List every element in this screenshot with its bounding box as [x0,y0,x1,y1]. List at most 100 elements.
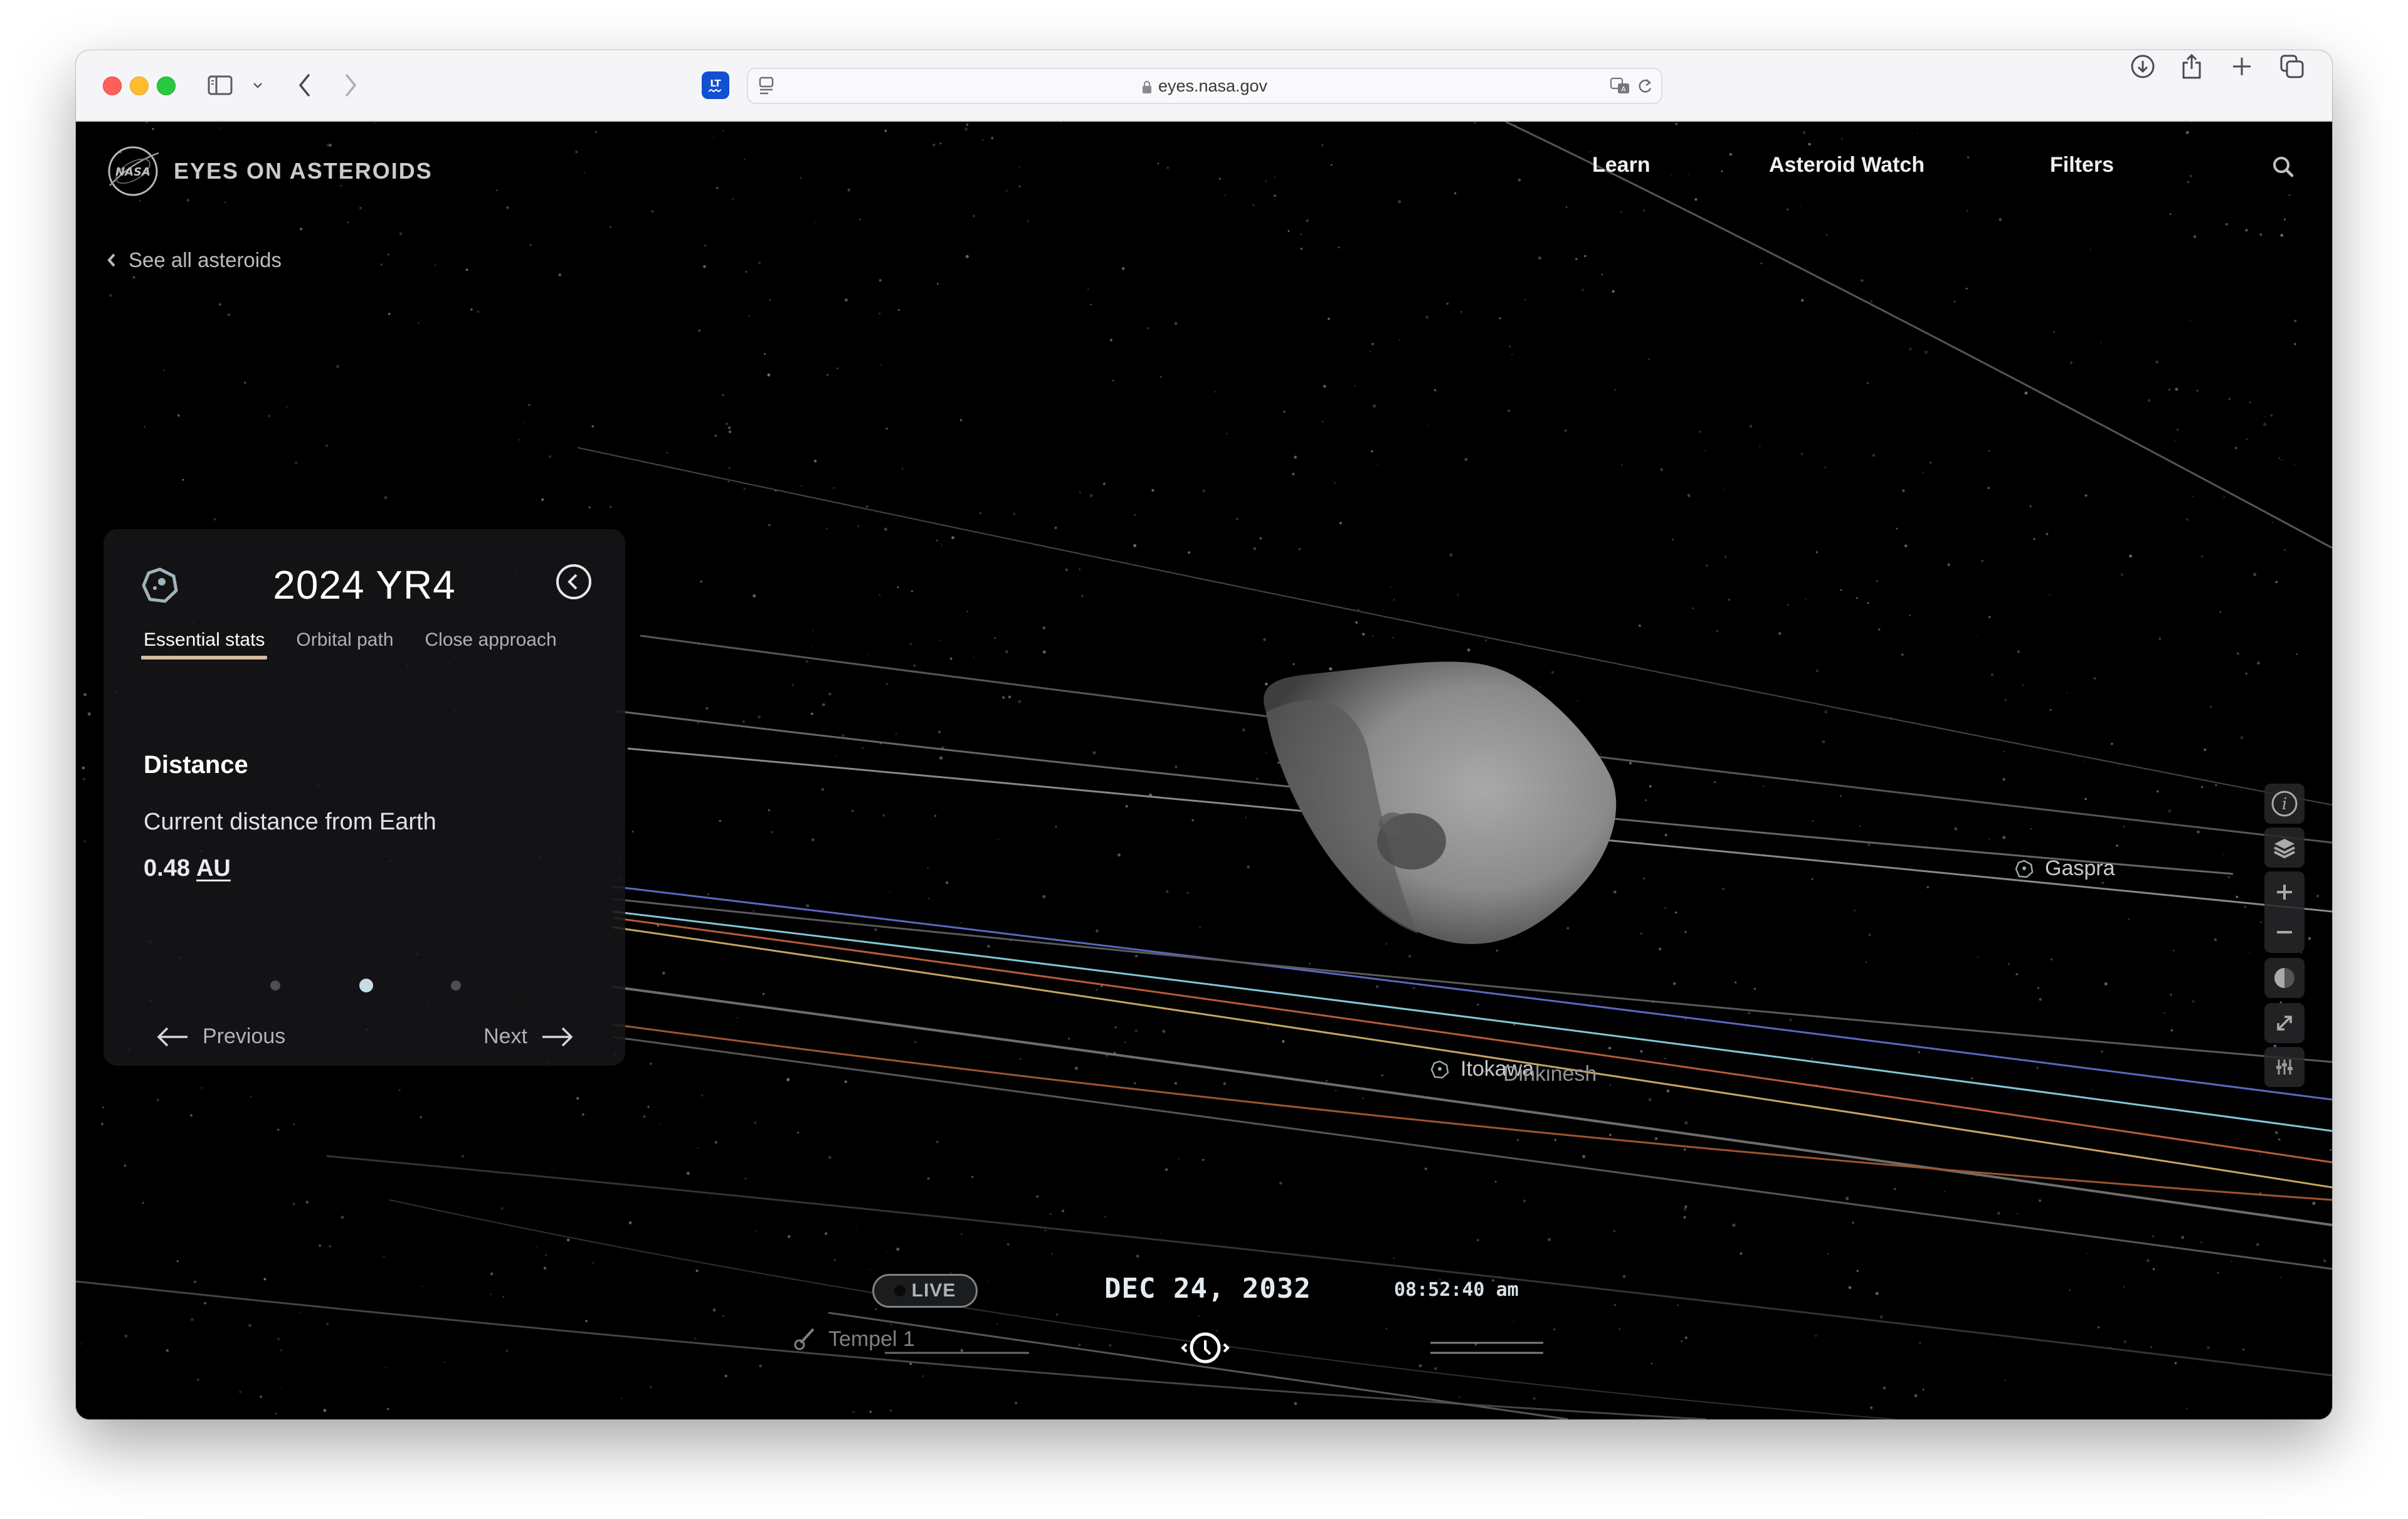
star [470,308,473,311]
label-tempel-1[interactable]: Tempel 1 [792,1327,915,1352]
lighting-icon[interactable] [2264,958,2305,998]
star [418,322,420,324]
zoom-out-icon[interactable] [2275,912,2294,952]
star [1909,347,1912,350]
collapse-panel-icon[interactable] [555,563,593,604]
star [966,124,969,126]
star [1362,1097,1364,1099]
star [1614,389,1617,391]
star [1856,1269,1859,1272]
languagetool-extension-icon[interactable]: LT [702,71,729,99]
star [1166,167,1169,169]
star [697,1147,699,1148]
star [1643,209,1645,212]
star [374,122,376,124]
page-dot-2[interactable] [359,979,373,992]
star [387,1407,389,1411]
star [465,268,468,271]
star [991,137,994,140]
star [518,439,520,441]
settings-sliders-icon[interactable] [2264,1047,2305,1087]
live-button[interactable]: LIVE [872,1274,978,1308]
tab-essential-stats[interactable]: Essential stats [140,629,268,660]
star [811,646,813,647]
star [2004,1379,2006,1382]
address-bar[interactable]: eyes.nasa.gov A [747,68,1662,104]
star [1114,1026,1117,1029]
brand-logo[interactable]: NASA EYES ON ASTEROIDS [106,144,433,198]
star [628,1221,632,1224]
star [1822,740,1825,744]
star [1245,817,1247,818]
star [346,221,349,224]
zoom-window-button[interactable] [157,76,176,95]
layers-icon[interactable] [2264,828,2305,868]
star [2242,1348,2245,1351]
next-button[interactable]: Next [483,1024,574,1049]
minimize-window-button[interactable] [130,76,149,95]
page-dot-1[interactable] [270,980,280,991]
star [1256,777,1259,781]
star [744,1177,747,1180]
nav-asteroid-watch[interactable]: Asteroid Watch [1769,153,1925,177]
fullscreen-icon[interactable] [2264,1003,2305,1043]
star [1160,376,1162,378]
star [201,1087,203,1089]
label-gaspra[interactable]: Gaspra [2015,856,2115,881]
tab-close-approach[interactable]: Close approach [425,629,557,660]
star [844,1080,847,1083]
tab-orbital-path[interactable]: Orbital path [296,629,393,660]
space-viewport[interactable]: NASA EYES ON ASTEROIDS Learn Asteroid Wa… [76,122,2332,1419]
star [1110,339,1112,342]
search-icon[interactable] [2271,154,2296,182]
reload-icon[interactable] [1636,76,1654,98]
nav-learn[interactable]: Learn [1592,153,1650,177]
star [768,523,771,527]
zoom-in-icon[interactable] [2275,872,2294,912]
nav-filters[interactable]: Filters [2050,153,2114,177]
asteroid-2024-yr4-model[interactable] [1264,661,1617,944]
star [2039,1199,2042,1202]
tabs-overview-icon[interactable] [2276,50,2308,83]
star [1990,673,1993,676]
page-dot-3[interactable] [451,980,461,991]
star [2227,876,2230,878]
star [1815,670,1819,673]
forward-icon[interactable] [338,69,363,102]
star [752,594,756,597]
chevron-down-icon[interactable] [250,69,265,102]
star [1866,382,1869,384]
see-all-asteroids-link[interactable]: See all asteroids [106,248,282,272]
star [927,867,929,869]
star [1675,123,1678,125]
info-icon[interactable]: i [2264,784,2305,824]
star [280,1349,282,1352]
star [1778,632,1782,635]
star [1802,131,1806,134]
star [961,922,963,923]
star [1664,833,1667,837]
new-tab-icon[interactable] [2226,50,2258,83]
close-window-button[interactable] [103,76,122,95]
star [1494,1180,1497,1183]
star [1096,988,1099,991]
previous-button[interactable]: Previous [156,1024,285,1049]
back-icon[interactable] [292,69,317,102]
star [1121,267,1125,270]
star [885,683,888,685]
star [1649,785,1652,788]
star [1841,138,1843,140]
translate-icon[interactable]: A [1610,76,1631,98]
share-icon[interactable] [2175,50,2208,83]
star [949,657,953,660]
star [1160,1233,1161,1234]
star [1089,494,1093,497]
star [902,468,904,470]
download-icon[interactable] [2126,50,2159,83]
label-dinkinesh[interactable]: Dinkinesh [1503,1062,1597,1086]
distance-unit-toggle[interactable]: AU [196,855,231,881]
star [268,414,271,418]
star [1815,551,1818,554]
star [1125,805,1128,808]
sidebar-icon[interactable] [206,69,234,102]
